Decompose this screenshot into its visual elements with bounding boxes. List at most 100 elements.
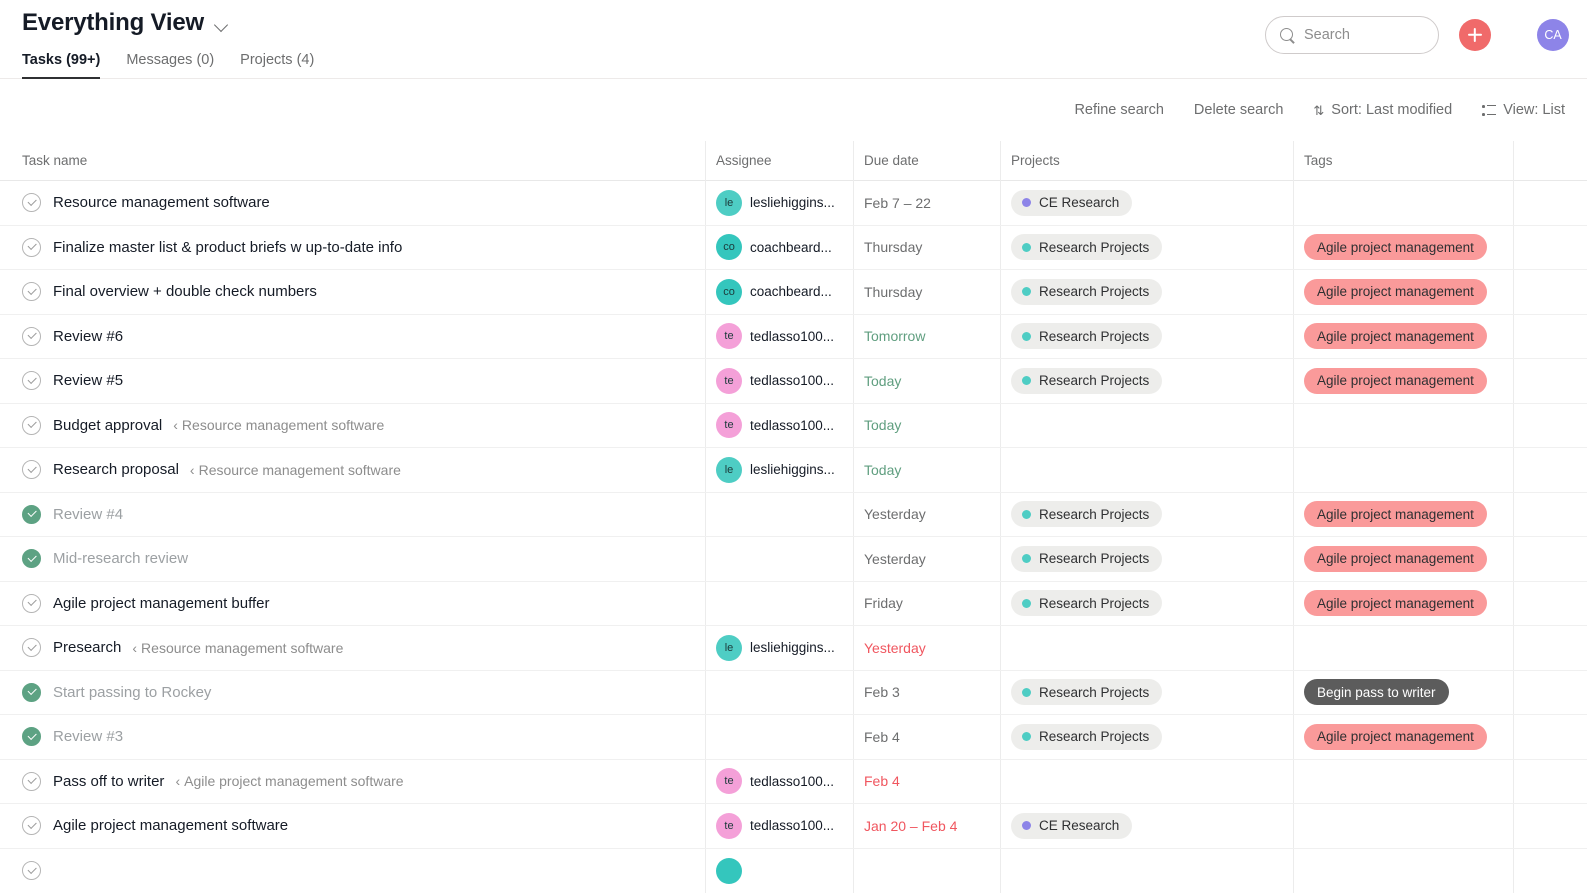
task-name-label[interactable]: Mid-research review <box>53 550 188 567</box>
parent-task-reference[interactable]: ‹ Agile project management software <box>175 773 403 789</box>
task-name-label[interactable]: Final overview + double check numbers <box>53 283 317 300</box>
table-row[interactable]: Resource management software le lesliehigg… <box>0 181 1587 226</box>
table-row[interactable]: Start passing to Rockey Feb 3 Research Pro… <box>0 670 1587 715</box>
tag-pill[interactable]: Agile project management <box>1304 545 1487 572</box>
project-pill[interactable]: CE Research <box>1011 812 1133 839</box>
tab-messages[interactable]: Messages (0) <box>126 45 214 79</box>
cell-projects[interactable] <box>1000 848 1293 893</box>
checkmark-circle-icon[interactable] <box>22 593 41 613</box>
cell-assignee[interactable]: te tedlasso100... <box>705 359 853 403</box>
cell-due-date[interactable]: Friday <box>853 581 1000 625</box>
table-row[interactable]: Finalize master list & product briefs w … <box>0 225 1587 270</box>
cell-due-date[interactable]: Feb 4 <box>853 715 1000 759</box>
cell-due-date[interactable]: Today <box>853 359 1000 403</box>
cell-assignee[interactable]: le lesliehiggins... <box>705 626 853 670</box>
checkmark-circle-icon[interactable] <box>22 326 41 346</box>
column-header-projects[interactable]: Projects <box>1000 141 1293 181</box>
cell-assignee[interactable]: co coachbeard... <box>705 225 853 269</box>
task-name-label[interactable]: Budget approval <box>53 417 162 434</box>
parent-task-reference[interactable]: ‹ Resource management software <box>132 640 343 656</box>
delete-search-button[interactable]: Delete search <box>1194 102 1283 118</box>
table-row[interactable]: Review #3 Feb 4 Research Projects Agile pro… <box>0 715 1587 760</box>
cell-projects[interactable] <box>1000 448 1293 492</box>
project-pill[interactable]: Research Projects <box>1011 501 1163 528</box>
cell-tags[interactable] <box>1293 848 1513 893</box>
cell-projects[interactable]: Research Projects <box>1000 314 1293 358</box>
task-name-label[interactable]: Finalize master list & product briefs w … <box>53 239 402 256</box>
project-pill[interactable]: Research Projects <box>1011 278 1163 305</box>
sort-button[interactable]: ⇅ Sort: Last modified <box>1313 102 1452 118</box>
cell-projects[interactable]: CE Research <box>1000 804 1293 848</box>
cell-projects[interactable]: Research Projects <box>1000 581 1293 625</box>
cell-tags[interactable]: Agile project management <box>1293 359 1513 403</box>
checkmark-circle-filled-icon[interactable] <box>22 549 41 569</box>
checkmark-circle-icon[interactable] <box>22 861 41 881</box>
tag-pill[interactable]: Agile project management <box>1304 590 1487 617</box>
checkmark-circle-icon[interactable] <box>22 193 41 213</box>
checkmark-circle-icon[interactable] <box>22 460 41 480</box>
cell-tags[interactable] <box>1293 448 1513 492</box>
cell-due-date[interactable]: Tomorrow <box>853 314 1000 358</box>
tag-pill[interactable]: Agile project management <box>1304 234 1487 261</box>
task-name-label[interactable]: Pass off to writer <box>53 773 164 790</box>
cell-due-date[interactable]: Feb 4 <box>853 759 1000 803</box>
table-row[interactable]: Agile project management software te tedla… <box>0 804 1587 849</box>
parent-task-reference[interactable]: ‹ Resource management software <box>173 417 384 433</box>
cell-due-date[interactable]: Yesterday <box>853 626 1000 670</box>
table-row[interactable] <box>0 848 1587 893</box>
table-row[interactable]: Final overview + double check numbers co c… <box>0 270 1587 315</box>
task-name-label[interactable]: Review #4 <box>53 506 123 523</box>
cell-tags[interactable]: Agile project management <box>1293 270 1513 314</box>
table-row[interactable]: Review #6 te tedlasso100... Tomorrow Researc… <box>0 314 1587 359</box>
cell-tags[interactable]: Agile project management <box>1293 715 1513 759</box>
table-row[interactable]: Budget approval ‹ Resource management soft… <box>0 403 1587 448</box>
task-name-label[interactable]: Review #5 <box>53 372 123 389</box>
cell-projects[interactable]: Research Projects <box>1000 270 1293 314</box>
checkmark-circle-icon[interactable] <box>22 282 41 302</box>
tab-tasks[interactable]: Tasks (99+) <box>22 45 101 79</box>
parent-task-reference[interactable]: ‹ Resource management software <box>190 462 401 478</box>
tag-pill[interactable]: Agile project management <box>1304 323 1487 350</box>
table-row[interactable]: Mid-research review Yesterday Research Pro… <box>0 537 1587 582</box>
cell-assignee[interactable] <box>705 581 853 625</box>
checkmark-circle-icon[interactable] <box>22 237 41 257</box>
task-name-label[interactable]: Review #3 <box>53 728 123 745</box>
column-header-task-name[interactable]: Task name <box>0 141 705 181</box>
cell-projects[interactable]: Research Projects <box>1000 359 1293 403</box>
task-name-label[interactable]: Resource management software <box>53 194 270 211</box>
checkmark-circle-filled-icon[interactable] <box>22 504 41 524</box>
checkmark-circle-icon[interactable] <box>22 415 41 435</box>
cell-due-date[interactable]: Yesterday <box>853 537 1000 581</box>
cell-tags[interactable]: Agile project management <box>1293 492 1513 536</box>
project-pill[interactable]: Research Projects <box>1011 367 1163 394</box>
cell-projects[interactable]: CE Research <box>1000 181 1293 225</box>
task-name-label[interactable]: Research proposal <box>53 461 179 478</box>
cell-tags[interactable]: Agile project management <box>1293 581 1513 625</box>
cell-tags[interactable]: Agile project management <box>1293 314 1513 358</box>
project-pill[interactable]: Research Projects <box>1011 323 1163 350</box>
chevron-down-icon[interactable] <box>214 17 230 33</box>
avatar[interactable]: CA <box>1537 19 1569 51</box>
cell-projects[interactable]: Research Projects <box>1000 225 1293 269</box>
cell-tags[interactable]: Agile project management <box>1293 537 1513 581</box>
tag-pill[interactable]: Begin pass to writer <box>1304 679 1449 706</box>
cell-tags[interactable] <box>1293 626 1513 670</box>
cell-projects[interactable] <box>1000 403 1293 447</box>
cell-due-date[interactable]: Thursday <box>853 225 1000 269</box>
cell-projects[interactable]: Research Projects <box>1000 492 1293 536</box>
cell-projects[interactable] <box>1000 626 1293 670</box>
task-name-label[interactable]: Presearch <box>53 639 121 656</box>
cell-due-date[interactable]: Feb 3 <box>853 670 1000 714</box>
table-row[interactable]: Research proposal ‹ Resource management so… <box>0 448 1587 493</box>
cell-assignee[interactable]: co coachbeard... <box>705 270 853 314</box>
table-row[interactable]: Agile project management buffer Friday Res… <box>0 581 1587 626</box>
cell-tags[interactable]: Begin pass to writer <box>1293 670 1513 714</box>
table-row[interactable]: Presearch ‹ Resource management software le… <box>0 626 1587 671</box>
tag-pill[interactable]: Agile project management <box>1304 723 1487 750</box>
cell-assignee[interactable] <box>705 715 853 759</box>
table-row[interactable]: Review #4 Yesterday Research Projects Agile… <box>0 492 1587 537</box>
tab-projects[interactable]: Projects (4) <box>240 45 314 79</box>
cell-due-date[interactable]: Thursday <box>853 270 1000 314</box>
cell-projects[interactable] <box>1000 759 1293 803</box>
view-button[interactable]: View: List <box>1482 102 1565 118</box>
